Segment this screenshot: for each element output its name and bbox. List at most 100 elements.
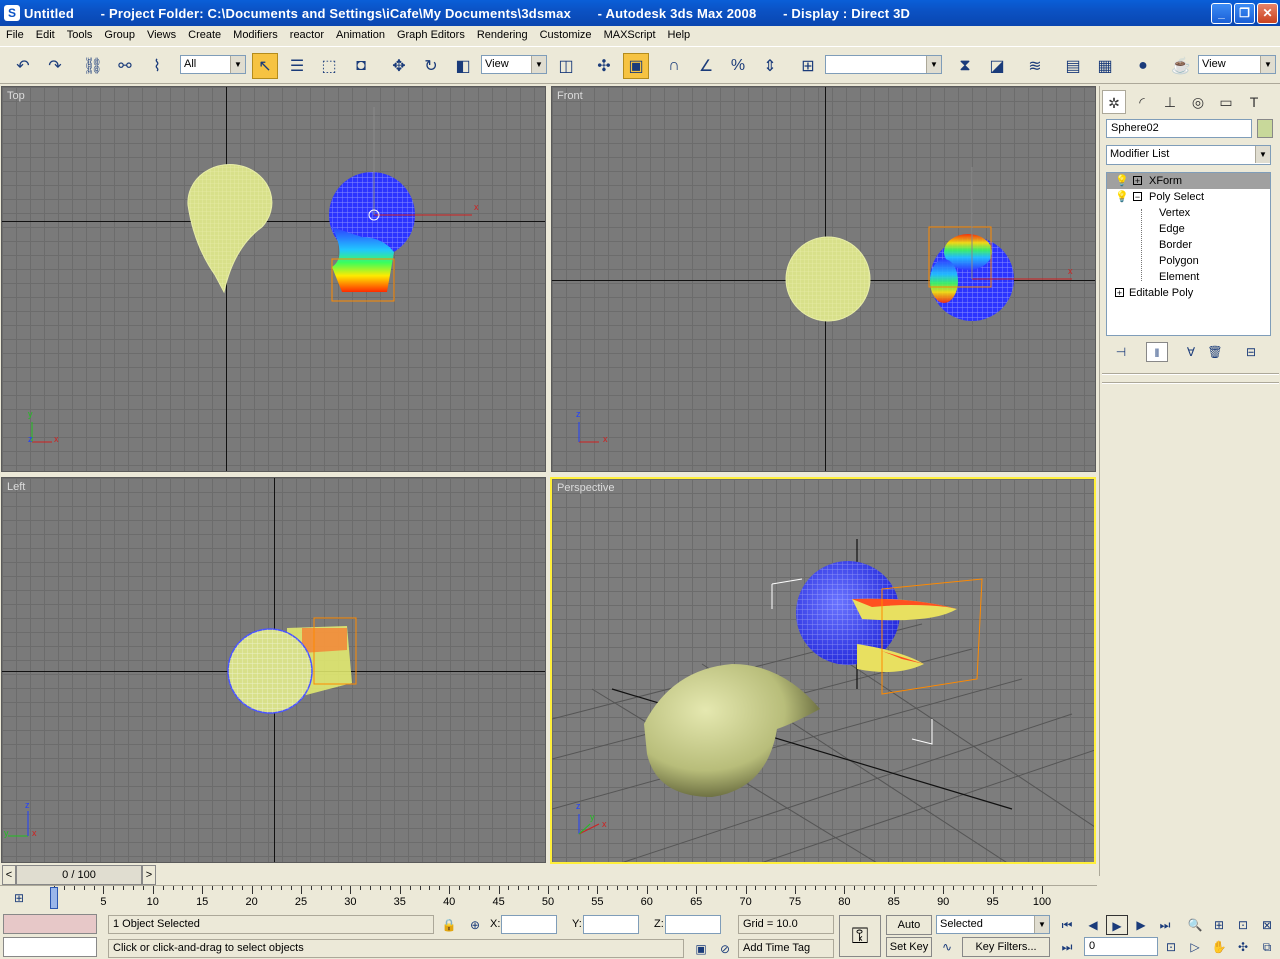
key-mode-dropdown[interactable]: Selected ▼ — [936, 915, 1050, 934]
field-of-view-icon[interactable]: ▷ — [1184, 937, 1206, 957]
mirror-icon[interactable]: ⧗ — [952, 53, 978, 79]
object-name-field[interactable]: Sphere02 — [1106, 119, 1252, 138]
menu-reactor[interactable]: reactor — [284, 29, 330, 41]
reference-coord-dropdown[interactable]: View ▼ — [481, 55, 547, 74]
menu-graph-editors[interactable]: Graph Editors — [391, 29, 471, 41]
hierarchy-tab-icon[interactable]: ⊥ — [1158, 90, 1182, 114]
show-end-result-icon[interactable]: ‖ — [1146, 342, 1168, 362]
zoom-all-icon[interactable]: ⊞ — [1208, 915, 1230, 935]
app-icon[interactable]: S — [4, 5, 20, 21]
viewport-left[interactable]: Left x y z — [1, 477, 546, 863]
select-and-scale-icon[interactable]: ◧ — [450, 53, 476, 79]
unlink-icon[interactable]: ⚯ — [112, 53, 138, 79]
maximize-button[interactable]: ❐ — [1234, 3, 1255, 24]
menu-modifiers[interactable]: Modifiers — [227, 29, 284, 41]
zoom-extents-icon[interactable]: ⊡ — [1232, 915, 1254, 935]
lightbulb-icon[interactable]: 💡 — [1115, 189, 1129, 205]
time-slider-thumb[interactable]: 0 / 100 — [16, 865, 142, 885]
absolute-mode-icon[interactable]: ⊕ — [464, 915, 486, 935]
previous-frame-icon[interactable]: ◀ — [1082, 915, 1104, 935]
key-mode-toggle-icon[interactable]: ⏭ — [1056, 937, 1078, 957]
curve-editor-icon[interactable]: ▤ — [1060, 53, 1086, 79]
select-object-icon[interactable]: ↖ — [252, 53, 278, 79]
stack-subitem-edge[interactable]: Edge — [1159, 221, 1185, 237]
keyboard-shortcut-override-icon[interactable]: ▣ — [623, 53, 649, 79]
key-icon[interactable]: ⚿ — [839, 915, 881, 957]
layer-manager-icon[interactable]: ≋ — [1022, 53, 1048, 79]
pivot-center-icon[interactable]: ◫ — [553, 53, 579, 79]
stack-item-editable-poly[interactable]: + Editable Poly — [1107, 285, 1270, 301]
time-configuration-icon[interactable]: ⊡ — [1160, 937, 1182, 957]
set-key-button[interactable]: Set Key — [886, 937, 932, 957]
viewport-lock-icon[interactable]: ⊘ — [714, 939, 736, 959]
maxscript-input[interactable] — [3, 937, 97, 957]
add-time-tag-button[interactable]: Add Time Tag — [738, 939, 834, 958]
viewport-perspective[interactable]: Perspective x y z — [550, 477, 1096, 864]
modifier-list-dropdown[interactable]: Modifier List ▼ — [1106, 145, 1271, 165]
z-coordinate-field[interactable] — [665, 915, 721, 934]
menu-rendering[interactable]: Rendering — [471, 29, 534, 41]
menu-views[interactable]: Views — [141, 29, 182, 41]
render-view-dropdown[interactable]: View ▼ — [1198, 55, 1276, 74]
pin-stack-icon[interactable]: ⊣ — [1110, 342, 1132, 362]
expand-icon[interactable]: + — [1115, 288, 1124, 298]
display-tab-icon[interactable]: ▭ — [1214, 90, 1238, 114]
redo-icon[interactable]: ↷ — [42, 53, 68, 79]
go-to-start-icon[interactable]: ⏮ — [1056, 915, 1078, 935]
lock-selection-icon[interactable]: 🔒 — [438, 915, 460, 935]
edit-named-selection-icon[interactable]: ⊞ — [795, 53, 821, 79]
pan-icon[interactable]: ✋ — [1208, 937, 1230, 957]
align-icon[interactable]: ◪ — [984, 53, 1010, 79]
named-selection-dropdown[interactable]: ▼ — [825, 55, 942, 74]
snap-toggle-icon[interactable]: ∩ — [661, 53, 687, 79]
window-crossing-icon[interactable]: ◘ — [348, 53, 374, 79]
stack-subitem-border[interactable]: Border — [1159, 237, 1192, 253]
make-unique-icon[interactable]: ∀ — [1180, 342, 1202, 362]
manipulate-icon[interactable]: ✣ — [591, 53, 617, 79]
bind-space-warp-icon[interactable]: ⌇ — [144, 53, 170, 79]
collapse-icon[interactable]: − — [1133, 192, 1142, 202]
rectangular-selection-icon[interactable]: ⬚ — [316, 53, 342, 79]
maximize-viewport-icon[interactable]: ⧉ — [1256, 937, 1278, 957]
zoom-extents-all-icon[interactable]: ⊠ — [1256, 915, 1278, 935]
minimize-button[interactable]: _ — [1211, 3, 1232, 24]
select-and-rotate-icon[interactable]: ↻ — [418, 53, 444, 79]
spinner-snap-icon[interactable]: ⇕ — [757, 53, 783, 79]
stack-subitem-polygon[interactable]: Polygon — [1159, 253, 1199, 269]
configure-modifier-sets-icon[interactable]: ⊟ — [1240, 342, 1262, 362]
sphere-olive-deformed[interactable] — [644, 664, 820, 797]
time-tag-icon[interactable]: ▣ — [690, 939, 712, 959]
expand-icon[interactable]: + — [1133, 176, 1142, 186]
key-tangent-icon[interactable]: ∿ — [936, 937, 958, 957]
motion-tab-icon[interactable]: ◎ — [1186, 90, 1210, 114]
go-to-end-icon[interactable]: ⏭ — [1154, 915, 1176, 935]
selection-filter-dropdown[interactable]: All ▼ — [180, 55, 246, 74]
object-color-swatch[interactable] — [1257, 119, 1273, 138]
viewport-front[interactable]: Front x x z — [551, 86, 1096, 472]
menu-group[interactable]: Group — [98, 29, 141, 41]
select-by-name-icon[interactable]: ☰ — [284, 53, 310, 79]
stack-item-poly-select[interactable]: 💡 − Poly Select — [1107, 189, 1270, 205]
auto-key-button[interactable]: Auto Key — [886, 915, 932, 949]
schematic-view-icon[interactable]: ▦ — [1092, 53, 1118, 79]
maxscript-listener-mini[interactable] — [3, 914, 97, 934]
viewport-top[interactable]: Top x x y z — [1, 86, 546, 472]
create-tab-icon[interactable]: ✲ — [1102, 90, 1126, 114]
next-frame-icon[interactable]: ▶ — [1130, 915, 1152, 935]
play-icon[interactable]: ▶ — [1106, 915, 1128, 935]
menu-tools[interactable]: Tools — [61, 29, 99, 41]
remove-modifier-icon[interactable]: 🗑 — [1204, 342, 1226, 362]
time-slider-next[interactable]: > — [142, 865, 156, 885]
material-editor-icon[interactable]: ● — [1130, 53, 1156, 79]
menu-customize[interactable]: Customize — [534, 29, 598, 41]
key-filters-button[interactable]: Key Filters... — [962, 937, 1050, 957]
arc-rotate-icon[interactable]: ✣ — [1232, 937, 1254, 957]
time-slider-prev[interactable]: < — [2, 865, 16, 885]
angle-snap-icon[interactable]: ∠ — [693, 53, 719, 79]
menu-animation[interactable]: Animation — [330, 29, 391, 41]
menu-file[interactable]: File — [0, 29, 30, 41]
y-coordinate-field[interactable] — [583, 915, 639, 934]
stack-subitem-element[interactable]: Element — [1159, 269, 1199, 285]
render-scene-icon[interactable]: ☕ — [1168, 53, 1194, 79]
current-frame-marker[interactable] — [50, 887, 58, 909]
